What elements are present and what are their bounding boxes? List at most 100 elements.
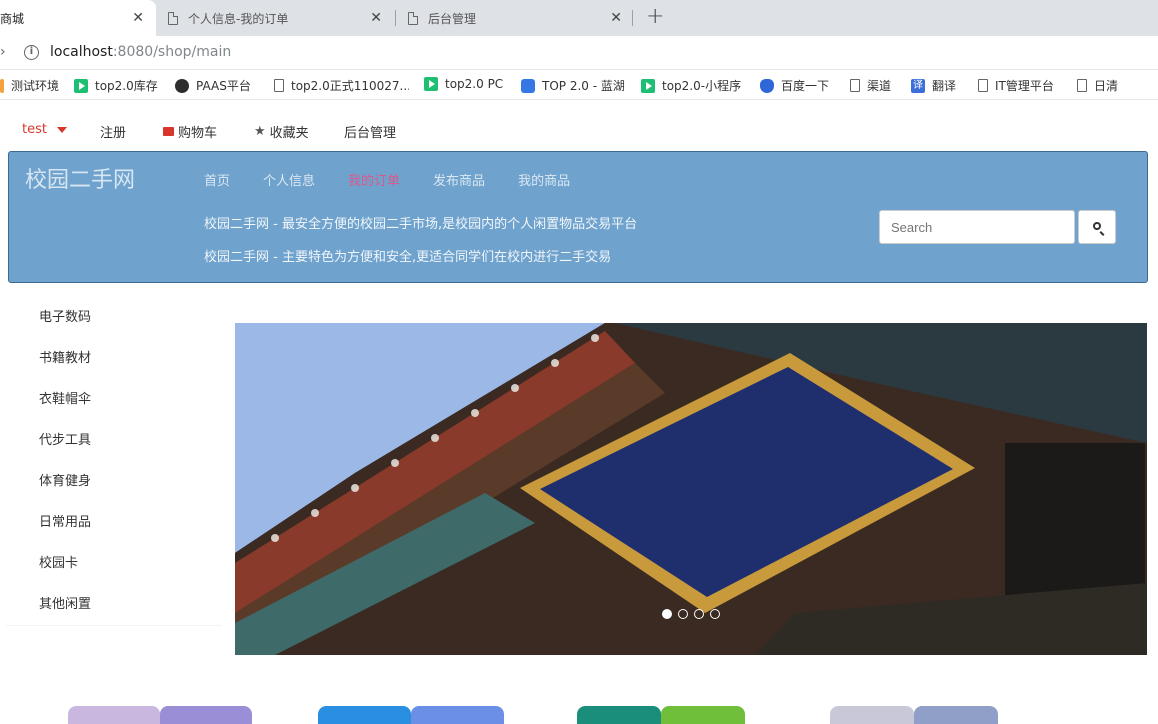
browser-tab-3[interactable]: 后台管理 ✕	[396, 0, 632, 36]
tab-title: 后台管理	[428, 11, 477, 26]
product-thumbnail[interactable]	[68, 706, 252, 724]
username: test	[22, 122, 47, 137]
category-item[interactable]: 校园卡	[6, 543, 222, 584]
favorites-link[interactable]: ★ 收藏夹	[254, 122, 309, 141]
star-icon: ★	[254, 124, 266, 139]
tab-title: 个人信息-我的订单	[188, 11, 289, 26]
category-item[interactable]: 书籍教材	[6, 338, 222, 379]
play-icon	[74, 78, 88, 93]
bookmark-label: 渠道	[867, 79, 892, 93]
url-path: :8080/shop/main	[112, 44, 232, 60]
cart-link[interactable]: 购物车	[163, 122, 217, 141]
bookmark-label: TOP 2.0 - 蓝湖	[542, 79, 625, 93]
category-item[interactable]: 体育健身	[6, 461, 222, 502]
bookmark-item[interactable]: 日清	[1077, 77, 1118, 94]
product-thumbnail[interactable]	[318, 706, 504, 724]
address-bar: › i localhost:8080/shop/main	[0, 36, 1158, 70]
search-button[interactable]	[1078, 210, 1116, 244]
bookmark-label: top2.0正式110027...	[291, 79, 409, 93]
bookmarks-bar: 测试环境 top2.0库存 PAAS平台 top2.0正式110027... t…	[0, 70, 1158, 100]
search-icon	[1093, 222, 1101, 230]
close-icon[interactable]: ✕	[610, 10, 622, 26]
bookmark-item[interactable]: IT管理平台	[978, 77, 1054, 94]
carousel-dot[interactable]	[678, 609, 688, 619]
header-banner: 校园二手网 首页 个人信息 我的订单 发布商品 我的商品 校园二手网 - 最安全…	[8, 151, 1148, 283]
category-item[interactable]: 日常用品	[6, 502, 222, 543]
bookmark-item[interactable]: top2.0正式110027...	[274, 77, 409, 94]
bookmark-label: IT管理平台	[995, 79, 1054, 93]
register-link[interactable]: 注册	[100, 122, 126, 141]
site-top-nav: test 注册 购物车 ★ 收藏夹 后台管理	[0, 100, 1158, 150]
cart-label: 购物车	[178, 126, 218, 141]
main-nav: 首页 个人信息 我的订单 发布商品 我的商品	[204, 170, 603, 189]
bookmark-item[interactable]: 译翻译	[911, 77, 956, 94]
browser-tab-1[interactable]: 商城 ✕	[0, 0, 156, 36]
page-icon	[850, 79, 860, 92]
image-carousel[interactable]	[235, 323, 1147, 655]
caret-down-icon	[56, 126, 67, 133]
bookmark-item[interactable]: 渠道	[850, 77, 891, 94]
site-brand[interactable]: 校园二手网	[25, 162, 135, 194]
orange-icon	[0, 78, 4, 93]
bookmark-label: PAAS平台	[196, 79, 251, 93]
close-icon[interactable]: ✕	[370, 10, 382, 26]
bookmark-item[interactable]: PAAS平台	[175, 77, 251, 94]
carousel-indicators	[662, 609, 726, 619]
nav-home[interactable]: 首页	[204, 170, 230, 189]
new-tab-icon[interactable]: +	[646, 4, 664, 29]
search-input[interactable]	[879, 210, 1075, 244]
bookmark-label: 日清	[1094, 79, 1119, 93]
url-host: localhost	[50, 44, 113, 60]
page-icon	[168, 11, 178, 25]
tab-title: 商城	[0, 11, 25, 26]
bookmark-item[interactable]: TOP 2.0 - 蓝湖	[521, 77, 625, 94]
bookmark-item[interactable]: top2.0-小程序	[641, 77, 741, 94]
nav-publish[interactable]: 发布商品	[433, 170, 485, 189]
bookmark-label: 百度一下	[781, 79, 830, 93]
carousel-dot[interactable]	[662, 609, 672, 619]
nav-my-orders[interactable]: 我的订单	[348, 170, 400, 189]
page-icon	[978, 79, 988, 92]
bookmark-item[interactable]: top2.0库存	[74, 77, 158, 94]
category-sidebar: 电子数码 书籍教材 衣鞋帽伞 代步工具 体育健身 日常用品 校园卡 其他闲置	[6, 297, 222, 625]
bookmark-label: top2.0 PC	[445, 77, 504, 91]
browser-tab-strip: 商城 ✕ 个人信息-我的订单 ✕ 后台管理 ✕ +	[0, 0, 1158, 36]
category-item[interactable]: 电子数码	[6, 297, 222, 338]
info-icon[interactable]: i	[24, 45, 39, 60]
bookmark-label: 翻译	[932, 79, 957, 93]
bookmark-label: top2.0-小程序	[662, 79, 742, 93]
tab-separator	[632, 10, 633, 26]
bookmark-item[interactable]: 百度一下	[760, 77, 829, 94]
bookmark-item[interactable]: top2.0 PC	[424, 77, 503, 91]
back-arrow-icon[interactable]: ›	[0, 44, 6, 60]
register-label: 注册	[100, 126, 127, 141]
close-icon[interactable]: ✕	[132, 10, 144, 26]
category-item[interactable]: 衣鞋帽伞	[6, 379, 222, 420]
nav-my-products[interactable]: 我的商品	[518, 170, 570, 189]
admin-label: 后台管理	[344, 126, 397, 141]
bookmark-label: top2.0库存	[95, 79, 158, 93]
carousel-slide-image	[235, 323, 1147, 655]
category-item[interactable]: 代步工具	[6, 420, 222, 461]
bookmark-item[interactable]: 测试环境	[0, 77, 59, 94]
play-icon	[641, 78, 655, 93]
product-thumbnail[interactable]	[577, 706, 745, 724]
admin-link[interactable]: 后台管理	[344, 122, 396, 141]
baidu-icon	[760, 78, 774, 93]
carousel-dot[interactable]	[694, 609, 704, 619]
carousel-dot[interactable]	[710, 609, 720, 619]
page-icon	[274, 79, 284, 92]
user-menu[interactable]: test	[22, 122, 67, 137]
nav-profile[interactable]: 个人信息	[263, 170, 315, 189]
browser-tab-2[interactable]: 个人信息-我的订单 ✕	[156, 0, 394, 36]
slogan-line-1: 校园二手网 - 最安全方便的校园二手市场,是校园内的个人闲置物品交易平台	[204, 217, 638, 232]
cart-icon	[163, 127, 174, 136]
play-icon	[424, 77, 438, 91]
product-thumbnail[interactable]	[830, 706, 998, 724]
paas-icon	[175, 78, 189, 93]
category-item[interactable]: 其他闲置	[6, 584, 222, 625]
url-field[interactable]: localhost:8080/shop/main	[50, 44, 231, 60]
page-icon	[1077, 79, 1087, 92]
page-icon	[408, 11, 418, 25]
bookmark-label: 测试环境	[11, 79, 60, 93]
